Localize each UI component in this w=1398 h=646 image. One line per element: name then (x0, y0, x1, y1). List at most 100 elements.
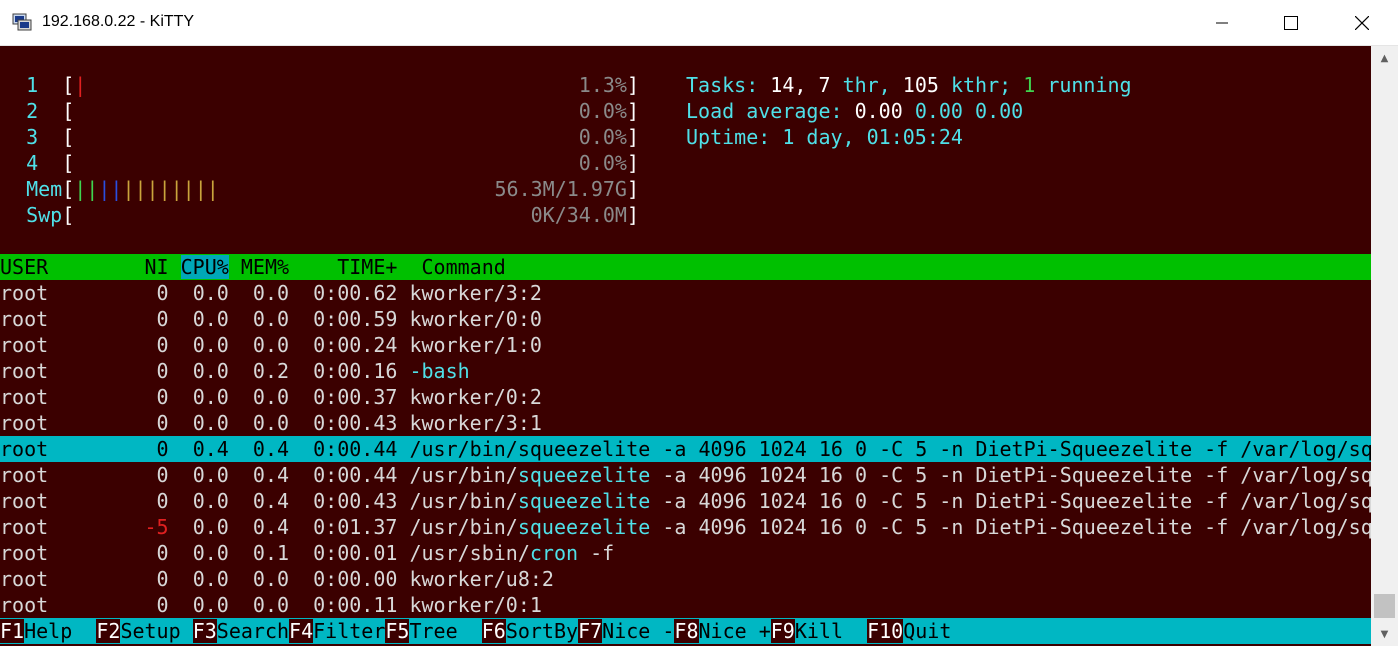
cell-args: -a 4096 1024 16 0 -C 5 -n DietPi-Squeeze… (650, 515, 1371, 539)
process-row[interactable]: root -5 0.0 0.4 0:01.37 /usr/bin/squeeze… (0, 514, 1371, 540)
fkey-f4[interactable]: F4 (289, 619, 314, 643)
cell-path: /usr/sbin/ (409, 541, 530, 565)
fkey-f7[interactable]: F7 (578, 619, 603, 643)
title-bar: 192.168.0.22 - KiTTY (0, 0, 1398, 46)
cell-args: -f (578, 541, 615, 565)
minimize-button[interactable] (1199, 0, 1245, 45)
process-row[interactable]: root 0 0.0 0.0 0:00.59 kworker/0:0 (0, 306, 1371, 332)
process-row[interactable]: root 0 0.0 0.0 0:00.43 kworker/3:1 (0, 410, 1371, 436)
cpu-2-value: 0.0% (578, 99, 627, 123)
process-row[interactable]: root 0 0.0 0.0 0:00.24 kworker/1:0 (0, 332, 1371, 358)
fkey-f1[interactable]: F1 (0, 619, 25, 643)
col-ni[interactable]: NI (145, 255, 169, 279)
fkey-label-f3[interactable]: Search (216, 619, 290, 643)
cell-ni: 0 (156, 385, 169, 409)
cell-ni: 0 (156, 333, 169, 357)
fkey-f3[interactable]: F3 (192, 619, 217, 643)
fkey-f6[interactable]: F6 (481, 619, 506, 643)
fkey-label-f9[interactable]: Kill (794, 619, 868, 643)
cell-user: root (0, 359, 49, 383)
cell-command: kworker/0:2 (409, 385, 542, 409)
fkey-label-f7[interactable]: Nice - (602, 619, 675, 643)
cell-ni: -5 (144, 515, 169, 539)
fkey-label-f5[interactable]: Tree (409, 619, 482, 643)
scroll-up-arrow-icon[interactable]: ▲ (1371, 46, 1398, 70)
process-row[interactable]: root 0 0.0 0.4 0:00.43 /usr/bin/squeezel… (0, 488, 1371, 514)
cell-path: /usr/bin/ (409, 437, 518, 461)
process-row[interactable]: root 0 0.0 0.0 0:00.11 kworker/0:1 (0, 592, 1371, 618)
cpu-meter-1: 1 [| (26, 73, 87, 97)
process-row[interactable]: root 0 0.4 0.4 0:00.44 /usr/bin/squeezel… (0, 436, 1371, 462)
cell-command: kworker/0:0 (409, 307, 542, 331)
function-key-bar: F1Help F2Setup F3SearchF4FilterF5Tree F6… (0, 618, 1371, 644)
process-row[interactable]: root 0 0.0 0.2 0:00.16 -bash (0, 358, 1371, 384)
fkey-f9[interactable]: F9 (770, 619, 795, 643)
cpu-4-value: 0.0% (578, 151, 627, 175)
fkey-label-f6[interactable]: SortBy (505, 619, 579, 643)
scrollbar-thumb[interactable] (1374, 594, 1395, 618)
fkey-label-f4[interactable]: Filter (313, 619, 386, 643)
col-user[interactable]: USER (0, 255, 48, 279)
close-button[interactable] (1339, 0, 1385, 45)
cell-cpu: 0.0 (192, 281, 229, 305)
cell-cpu: 0.0 (192, 333, 229, 357)
swp-meter: Swp[ (26, 203, 75, 227)
window-title: 192.168.0.22 - KiTTY (42, 13, 195, 30)
cell-command: squeezelite (517, 515, 651, 539)
cell-mem: 0.0 (252, 385, 290, 409)
fkey-f2[interactable]: F2 (96, 619, 121, 643)
fkey-label-f1[interactable]: Help (24, 619, 97, 643)
process-row[interactable]: root 0 0.0 0.0 0:00.37 kworker/0:2 (0, 384, 1371, 410)
cell-mem: 0.0 (252, 411, 290, 435)
col-time[interactable]: TIME+ (337, 255, 397, 279)
fkey-label-f8[interactable]: Nice + (698, 619, 771, 643)
cpu-3-value: 0.0% (578, 125, 627, 149)
col-command[interactable]: Command (422, 255, 506, 279)
cell-time: 0:00.37 (313, 385, 398, 409)
process-table-header[interactable]: USER NI CPU% MEM% TIME+ Command (0, 254, 1371, 280)
cell-ni: 0 (156, 593, 169, 617)
cell-user: root (0, 307, 49, 331)
cell-cpu: 0.0 (192, 567, 229, 591)
cell-ni: 0 (156, 567, 169, 591)
load-average: Load average: 0.00 0.00 0.00 (686, 99, 1024, 123)
kitty-app-icon[interactable] (12, 12, 32, 32)
cell-ni: 0 (156, 463, 169, 487)
cell-command: squeezelite (517, 463, 651, 487)
vertical-scrollbar[interactable]: ▲ ▼ (1371, 46, 1398, 646)
cell-ni: 0 (156, 307, 169, 331)
process-row[interactable]: root 0 0.0 0.0 0:00.00 kworker/u8:2 (0, 566, 1371, 592)
uptime: Uptime: 1 day, 01:05:24 (686, 125, 963, 149)
cpu-meter-3: 3 [ (26, 125, 75, 149)
process-row[interactable]: root 0 0.0 0.0 0:00.62 kworker/3:2 (0, 280, 1371, 306)
scroll-down-arrow-icon[interactable]: ▼ (1371, 622, 1398, 646)
cell-time: 0:00.16 (313, 359, 398, 383)
cell-cpu: 0.0 (192, 307, 229, 331)
cell-mem: 0.0 (252, 281, 290, 305)
mem-value: 56.3M/1.97G (494, 177, 627, 201)
process-row[interactable]: root 0 0.0 0.1 0:00.01 /usr/sbin/cron -f (0, 540, 1371, 566)
col-mem[interactable]: MEM% (241, 255, 289, 279)
fkey-f10[interactable]: F10 (867, 619, 904, 643)
cpu-1-value: 1.3% (578, 73, 627, 97)
cell-ni: 0 (156, 359, 169, 383)
fkey-f5[interactable]: F5 (385, 619, 410, 643)
cell-mem: 0.0 (252, 307, 290, 331)
maximize-button[interactable] (1268, 0, 1314, 45)
cell-user: root (0, 437, 49, 461)
process-row[interactable]: root 0 0.0 0.4 0:00.44 /usr/bin/squeezel… (0, 462, 1371, 488)
cell-command: kworker/1:0 (409, 333, 542, 357)
fkey-label-f2[interactable]: Setup (120, 619, 193, 643)
fkey-label-f10[interactable]: Quit (903, 619, 952, 643)
cell-user: root (0, 281, 49, 305)
fkey-f8[interactable]: F8 (674, 619, 699, 643)
cell-user: root (0, 489, 49, 513)
cell-cpu: 0.0 (192, 541, 229, 565)
cell-cpu: 0.0 (192, 359, 229, 383)
cell-time: 0:00.24 (313, 333, 398, 357)
col-cpu[interactable]: CPU% (180, 255, 229, 279)
cell-time: 0:00.59 (313, 307, 398, 331)
terminal-area[interactable]: 1 [| 2 [ 3 [ 4 [ Mem[|||||||||||| Swp[ 1… (0, 46, 1371, 646)
cell-time: 0:00.11 (313, 593, 398, 617)
cell-user: root (0, 333, 49, 357)
